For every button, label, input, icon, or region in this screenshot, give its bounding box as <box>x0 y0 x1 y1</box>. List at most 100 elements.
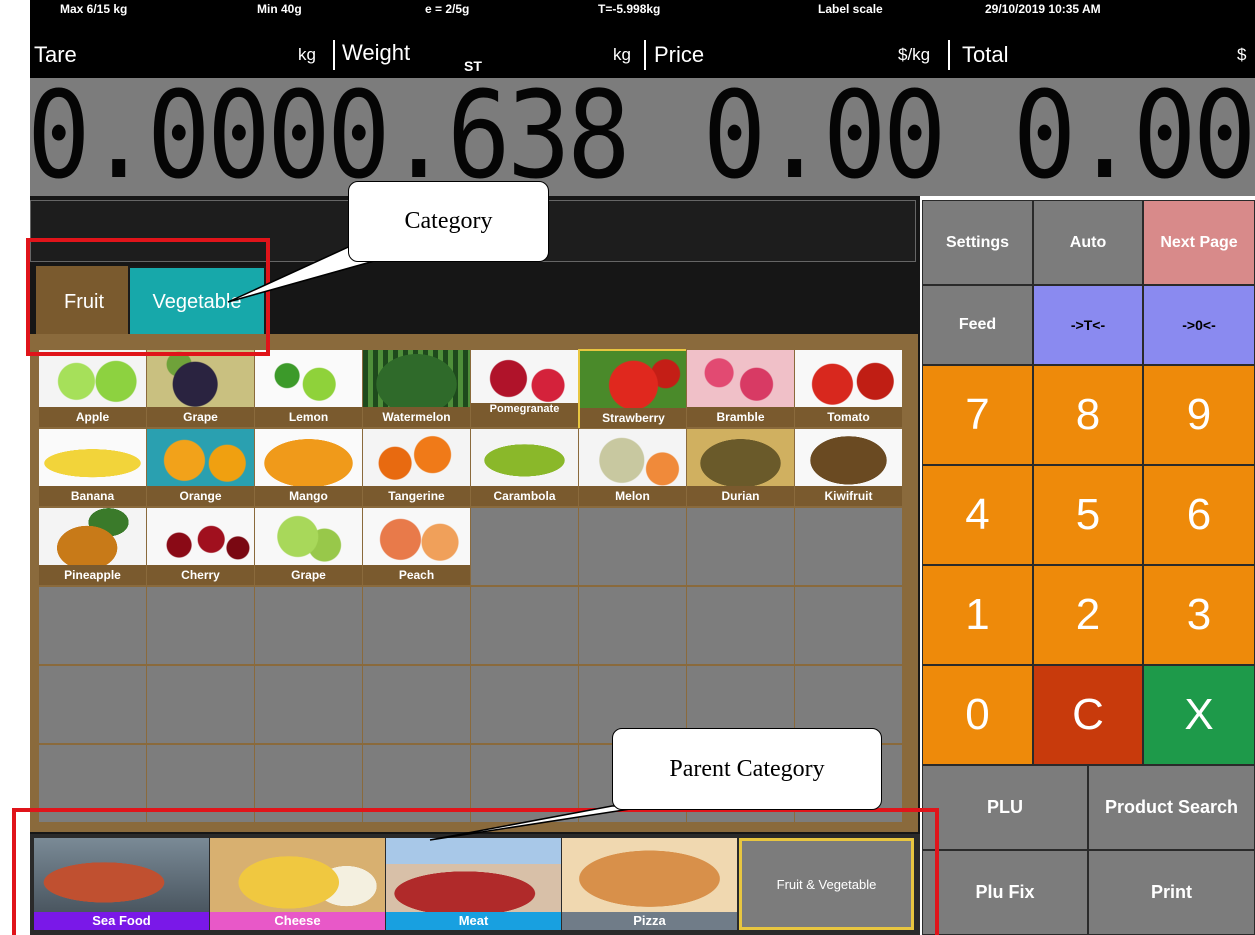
parent-category-highlight-box <box>12 808 939 935</box>
product-label: Pomegranate <box>471 403 578 427</box>
product-peach[interactable]: Peach <box>362 507 471 586</box>
product-kiwifruit[interactable]: Kiwifruit <box>794 428 903 507</box>
empty-slot[interactable] <box>578 507 687 586</box>
key-1[interactable]: 1 <box>922 565 1033 665</box>
key-5[interactable]: 5 <box>1033 465 1143 565</box>
green-grape-image <box>255 508 362 565</box>
product-label: Peach <box>363 565 470 585</box>
weight-unit: kg <box>613 45 631 64</box>
product-strawberry[interactable]: Strawberry <box>578 349 689 430</box>
empty-slot[interactable] <box>470 586 579 665</box>
feed-button[interactable]: Feed <box>922 285 1033 365</box>
product-lemon[interactable]: Lemon <box>254 349 363 428</box>
empty-slot[interactable] <box>254 586 363 665</box>
product-label: Strawberry <box>580 408 687 428</box>
cancel-button[interactable]: X <box>1143 665 1255 765</box>
tangerine-image <box>363 429 470 486</box>
product-label: Carambola <box>471 486 578 506</box>
empty-slot[interactable] <box>470 507 579 586</box>
product-carambola[interactable]: Carambola <box>470 428 579 507</box>
key-6[interactable]: 6 <box>1143 465 1255 565</box>
tare-unit: kg <box>298 45 316 64</box>
total-label: Total <box>962 42 1009 67</box>
divider <box>644 40 646 70</box>
product-label: Melon <box>579 486 686 506</box>
kiwifruit-image <box>795 429 902 486</box>
key-3[interactable]: 3 <box>1143 565 1255 665</box>
product-search-button[interactable]: Product Search <box>1088 765 1255 850</box>
empty-slot[interactable] <box>38 665 147 744</box>
clear-button[interactable]: C <box>1033 665 1143 765</box>
scale-mode: Label scale <box>818 2 883 16</box>
key-8[interactable]: 8 <box>1033 365 1143 465</box>
orange-image <box>147 429 254 486</box>
product-tangerine[interactable]: Tangerine <box>362 428 471 507</box>
product-watermelon[interactable]: Watermelon <box>362 349 471 428</box>
empty-slot[interactable] <box>578 586 687 665</box>
tomato-image <box>795 350 902 407</box>
product-tomato[interactable]: Tomato <box>794 349 903 428</box>
product-melon[interactable]: Melon <box>578 428 687 507</box>
weight-label: Weight <box>342 40 411 65</box>
empty-slot[interactable] <box>254 665 363 744</box>
empty-slot[interactable] <box>146 665 255 744</box>
product-label: Bramble <box>687 407 794 427</box>
empty-slot[interactable] <box>686 586 795 665</box>
product-label: Orange <box>147 486 254 506</box>
grape-image <box>147 350 254 407</box>
category-callout: Category <box>348 181 549 262</box>
print-button[interactable]: Print <box>1088 850 1255 935</box>
divider <box>333 40 335 70</box>
divider <box>948 40 950 70</box>
tare-value: 0.000 <box>26 67 331 206</box>
next-page-button[interactable]: Next Page <box>1143 200 1255 285</box>
product-orange[interactable]: Orange <box>146 428 255 507</box>
pineapple-image <box>39 508 146 565</box>
settings-button[interactable]: Settings <box>922 200 1033 285</box>
auto-button[interactable]: Auto <box>1033 200 1143 285</box>
product-pineapple[interactable]: Pineapple <box>38 507 147 586</box>
key-2[interactable]: 2 <box>1033 565 1143 665</box>
plu-button[interactable]: PLU <box>922 765 1088 850</box>
empty-slot[interactable] <box>794 507 903 586</box>
apple-image <box>39 350 146 407</box>
product-grape[interactable]: Grape <box>146 349 255 428</box>
product-banana[interactable]: Banana <box>38 428 147 507</box>
empty-slot[interactable] <box>146 586 255 665</box>
product-label: Grape <box>147 407 254 427</box>
empty-slot[interactable] <box>470 665 579 744</box>
empty-slot[interactable] <box>38 586 147 665</box>
pomegranate-image <box>471 350 578 407</box>
product-bramble[interactable]: Bramble <box>686 349 795 428</box>
key-0[interactable]: 0 <box>922 665 1033 765</box>
category-highlight-box <box>26 238 270 356</box>
empty-slot[interactable] <box>794 586 903 665</box>
product-label: Kiwifruit <box>795 486 902 506</box>
product-apple[interactable]: Apple <box>38 349 147 428</box>
min-capacity: Min 40g <box>257 2 302 16</box>
key-4[interactable]: 4 <box>922 465 1033 565</box>
datetime: 29/10/2019 10:35 AM <box>985 2 1101 16</box>
empty-slot[interactable] <box>686 507 795 586</box>
lemon-image <box>255 350 362 407</box>
mango-image <box>255 429 362 486</box>
key-7[interactable]: 7 <box>922 365 1033 465</box>
empty-slot[interactable] <box>362 586 471 665</box>
product-durian[interactable]: Durian <box>686 428 795 507</box>
plu-fix-button[interactable]: Plu Fix <box>922 850 1088 935</box>
tare-key[interactable]: ->T<- <box>1033 285 1143 365</box>
parent-category-callout: Parent Category <box>612 728 882 810</box>
weight-display: 0.000 0.638 0.00 0.00 <box>26 67 1255 206</box>
total-value: 0.00 <box>1012 67 1255 206</box>
tare-label: Tare <box>34 42 77 67</box>
product-label: Durian <box>687 486 794 506</box>
key-9[interactable]: 9 <box>1143 365 1255 465</box>
product-mango[interactable]: Mango <box>254 428 363 507</box>
zero-key[interactable]: ->0<- <box>1143 285 1255 365</box>
product-cherry[interactable]: Cherry <box>146 507 255 586</box>
product-grape-green[interactable]: Grape <box>254 507 363 586</box>
division-info: e = 2/5g <box>425 2 470 16</box>
product-pomegranate[interactable]: Pomegranate <box>470 349 579 428</box>
tare-info: T=-5.998kg <box>598 2 661 16</box>
empty-slot[interactable] <box>362 665 471 744</box>
